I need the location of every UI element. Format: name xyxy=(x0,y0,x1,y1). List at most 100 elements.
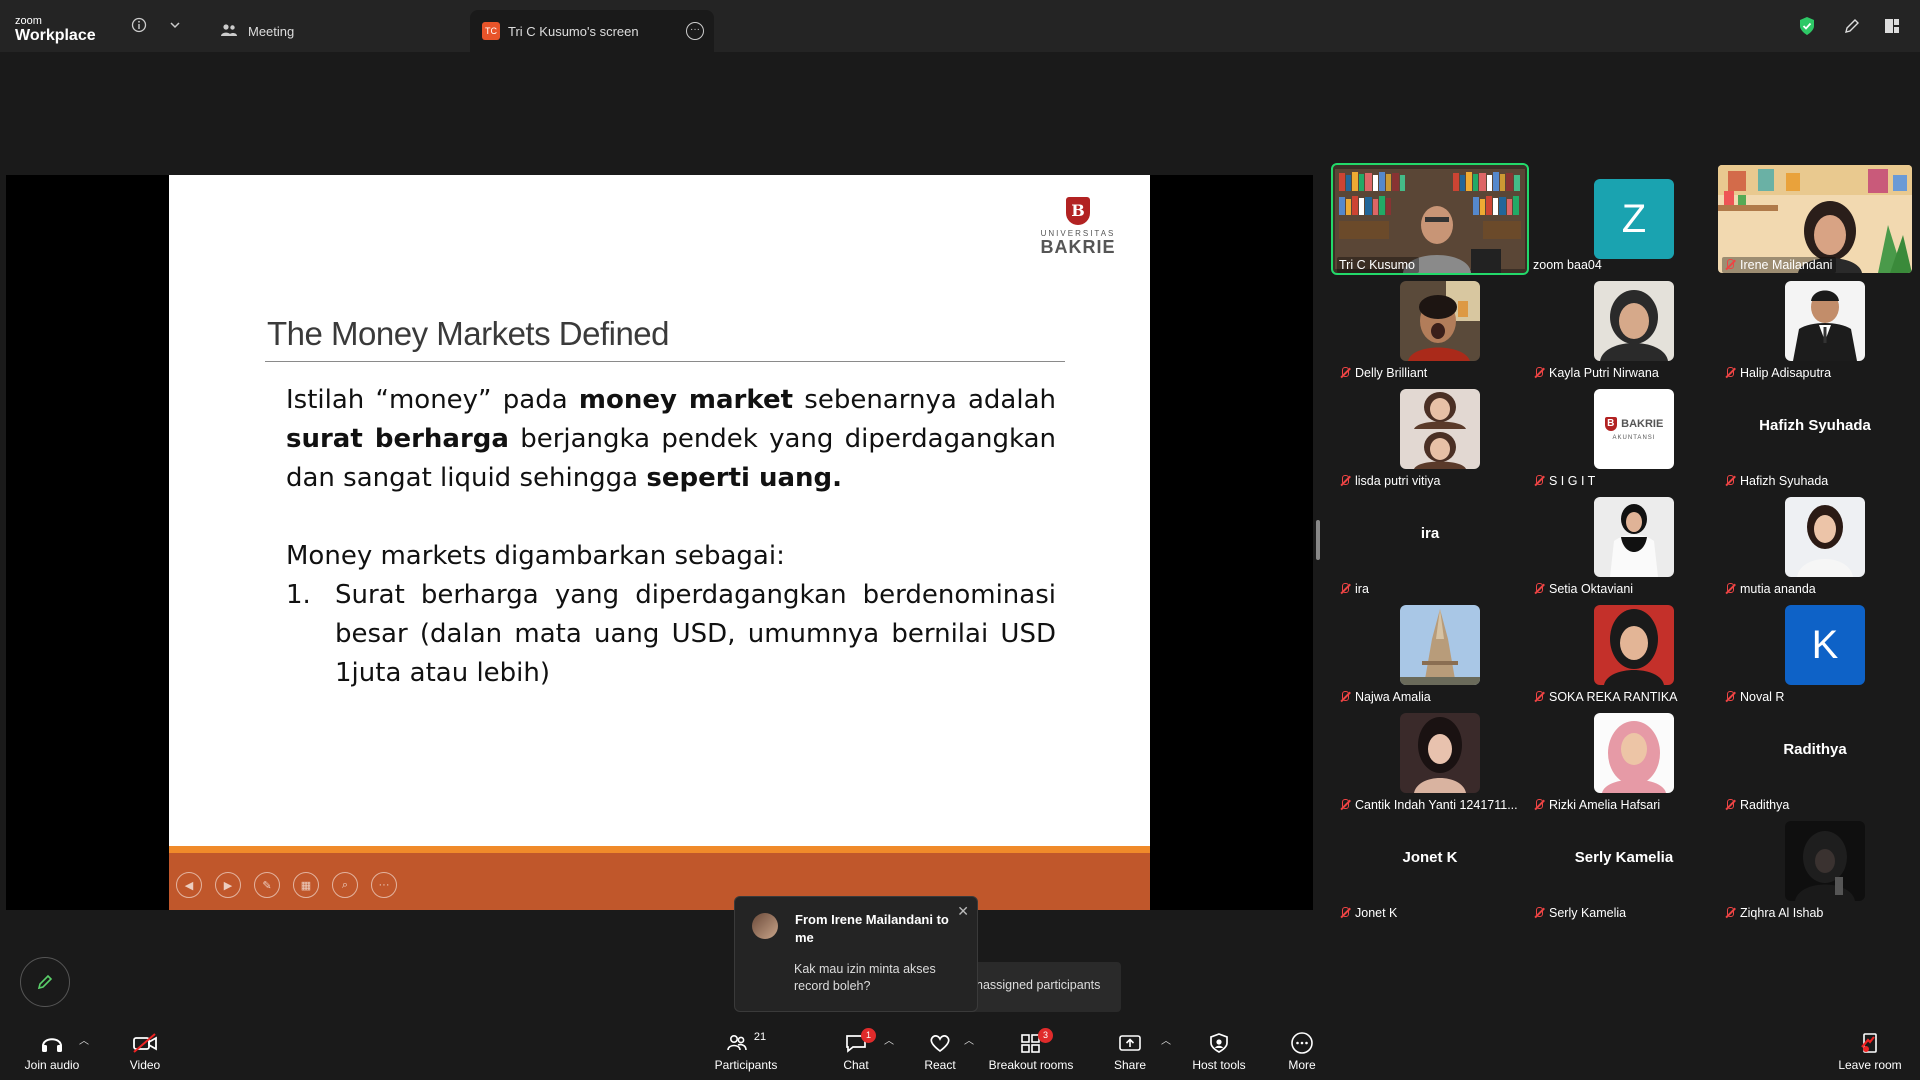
participant-tile[interactable]: Z zoom baa04 xyxy=(1527,165,1721,273)
share-screen-icon xyxy=(1110,1030,1150,1056)
join-audio-button[interactable]: Join audio xyxy=(20,1030,84,1076)
title-divider xyxy=(265,361,1065,362)
participant-tile[interactable]: B BAKRIE AKUNTANSI S I G I T xyxy=(1527,381,1721,489)
host-tools-button[interactable]: Host tools xyxy=(1188,1030,1250,1076)
muted-mic-icon xyxy=(1533,475,1545,487)
participant-tile[interactable]: Rizki Amelia Hafsari xyxy=(1527,705,1721,813)
muted-mic-icon xyxy=(1724,691,1736,703)
participant-name: zoom baa04 xyxy=(1533,258,1602,272)
participant-name: S I G I T xyxy=(1531,473,1599,489)
logo-top: zoom xyxy=(15,15,42,27)
host-tools-label: Host tools xyxy=(1192,1058,1246,1072)
zoom-slide-icon[interactable]: ⌕ xyxy=(332,872,358,898)
participant-tile[interactable]: Halip Adisaputra xyxy=(1718,273,1912,381)
tab-screen-label: Tri C Kusumo's screen xyxy=(508,23,639,39)
more-options-icon[interactable]: ··· xyxy=(686,22,704,40)
headphones-icon xyxy=(20,1030,84,1056)
participant-photo xyxy=(1594,497,1674,577)
view-layout-icon[interactable] xyxy=(1880,14,1904,38)
audio-options-chevron-icon[interactable]: ︿ xyxy=(79,1032,89,1047)
video-button[interactable]: Video xyxy=(120,1030,170,1076)
participant-photo xyxy=(1785,281,1865,361)
react-options-chevron-icon[interactable]: ︿ xyxy=(964,1032,974,1047)
participant-tile[interactable]: Hafizh Syuhada Hafizh Syuhada xyxy=(1718,381,1912,489)
participant-name: Cantik Indah Yanti 1241711... xyxy=(1337,797,1522,813)
leave-label: Leave room xyxy=(1838,1058,1902,1072)
participant-tile[interactable]: Delly Brilliant xyxy=(1333,273,1527,381)
sender-avatar xyxy=(752,913,778,939)
annotate-pencil-icon[interactable] xyxy=(1840,14,1864,38)
participant-tile[interactable]: SOKA REKA RANTIKA xyxy=(1527,597,1721,705)
tab-meeting[interactable]: Meeting xyxy=(210,10,460,52)
muted-mic-icon xyxy=(1724,907,1736,919)
participant-tile[interactable]: Setia Oktaviani xyxy=(1527,489,1721,597)
join-audio-label: Join audio xyxy=(24,1058,80,1072)
participants-label: Participants xyxy=(714,1058,778,1072)
security-shield-icon[interactable] xyxy=(1795,14,1819,38)
pencil-icon xyxy=(37,974,53,990)
muted-mic-icon xyxy=(1724,259,1736,271)
participant-tile[interactable]: Jonet K Jonet K xyxy=(1333,813,1527,921)
close-icon[interactable]: ✕ xyxy=(957,903,969,920)
participant-tile[interactable]: lisda putri vitiya xyxy=(1333,381,1527,489)
panel-resize-handle[interactable] xyxy=(1316,520,1320,560)
muted-mic-icon xyxy=(1724,475,1736,487)
participant-tile[interactable]: Kayla Putri Nirwana xyxy=(1527,273,1721,381)
chat-options-chevron-icon[interactable]: ︿ xyxy=(884,1032,894,1047)
react-button[interactable]: React xyxy=(920,1030,960,1076)
share-button[interactable]: Share xyxy=(1110,1030,1150,1076)
leave-room-button[interactable]: Leave room xyxy=(1836,1030,1904,1076)
participant-tile[interactable]: Radithya Radithya xyxy=(1718,705,1912,813)
participant-name: Serly Kamelia xyxy=(1531,905,1630,921)
list-number: 1. xyxy=(286,580,311,610)
participant-tile[interactable]: Ziqhra Al Ishab xyxy=(1718,813,1912,921)
muted-mic-icon xyxy=(1533,799,1545,811)
participant-tile[interactable]: Irene Mailandani xyxy=(1718,165,1912,273)
participant-avatar: K xyxy=(1785,605,1865,685)
muted-mic-icon xyxy=(1339,583,1351,595)
muted-mic-icon xyxy=(1339,907,1351,919)
participant-name: mutia ananda xyxy=(1722,581,1820,597)
participant-name: lisda putri vitiya xyxy=(1337,473,1444,489)
share-label: Share xyxy=(1113,1058,1147,1072)
participant-name: Tri C Kusumo xyxy=(1337,257,1419,273)
participant-tile[interactable]: ira ira xyxy=(1333,489,1527,597)
participant-tile[interactable]: Najwa Amalia xyxy=(1333,597,1527,705)
prev-slide-icon[interactable]: ◀ xyxy=(176,872,202,898)
participant-photo xyxy=(1400,713,1480,793)
chat-notification[interactable]: From Irene Mailandani to me Kak mau izin… xyxy=(734,896,978,1012)
shield-icon xyxy=(1188,1030,1250,1056)
participant-name: Irene Mailandani xyxy=(1722,257,1837,273)
list-item: 1. Surat berharga yang diperdagangkan ber… xyxy=(286,576,1056,693)
participant-tile[interactable]: K Noval R xyxy=(1718,597,1912,705)
share-options-chevron-icon[interactable]: ︿ xyxy=(1161,1032,1171,1047)
annotate-pencil-button[interactable] xyxy=(20,957,70,1007)
participants-button[interactable]: 21 Participants xyxy=(712,1030,780,1076)
slide-more-icon[interactable]: ··· xyxy=(371,872,397,898)
breakout-rooms-button[interactable]: 3 Breakout rooms xyxy=(986,1028,1076,1076)
participant-avatar: Z xyxy=(1594,179,1674,259)
info-icon[interactable] xyxy=(130,17,148,35)
next-slide-icon[interactable]: ▶ xyxy=(215,872,241,898)
slide-overview-icon[interactable]: ▦ xyxy=(293,872,319,898)
participant-tile[interactable]: Tri C Kusumo xyxy=(1331,163,1529,275)
p1-bold-money-market: money market xyxy=(578,385,794,415)
participant-tile[interactable]: Serly Kamelia Serly Kamelia xyxy=(1527,813,1721,921)
pen-tool-icon[interactable]: ✎ xyxy=(254,872,280,898)
breakout-label: Breakout rooms xyxy=(988,1058,1074,1072)
sigit-logo-text: BAKRIE xyxy=(1621,417,1664,430)
participant-photo xyxy=(1594,713,1674,793)
tab-shared-screen[interactable]: TC Tri C Kusumo's screen ··· xyxy=(470,10,714,52)
list-text: Surat berharga yang diperdagangkan berde… xyxy=(335,580,1056,688)
participant-tile[interactable]: mutia ananda xyxy=(1718,489,1912,597)
p1-text-a: Istilah “money” pada xyxy=(286,385,579,415)
more-button[interactable]: More xyxy=(1284,1030,1320,1076)
chat-button[interactable]: 1 Chat xyxy=(836,1028,876,1076)
participant-tile[interactable]: Cantik Indah Yanti 1241711... xyxy=(1333,705,1527,813)
participant-name: Hafizh Syuhada xyxy=(1722,473,1832,489)
participant-photo xyxy=(1594,605,1674,685)
slide-accent-stripe xyxy=(169,846,1150,853)
chevron-down-icon[interactable] xyxy=(166,17,184,35)
definition-list: 1. Surat berharga yang diperdagangkan ber… xyxy=(286,576,1056,693)
slide-footer-bar: ◀ ▶ ✎ ▦ ⌕ ··· xyxy=(169,853,1150,910)
